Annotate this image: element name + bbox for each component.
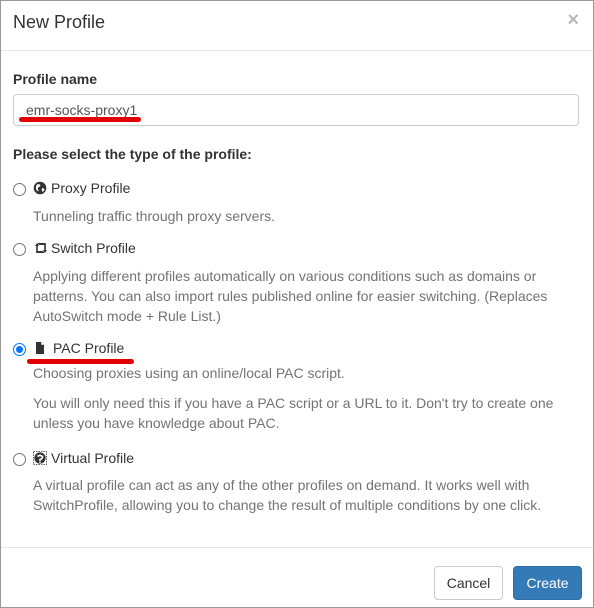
pac-profile-label: PAC Profile — [53, 340, 125, 356]
proxy-profile-radio[interactable] — [13, 183, 26, 196]
pac-profile-help-1: Choosing proxies using an online/local P… — [33, 365, 345, 381]
option-pac-profile[interactable]: PAC Profile Choosing proxies using an on… — [13, 340, 583, 431]
option-virtual-profile[interactable]: Virtual Profile A virtual profile can ac… — [13, 450, 583, 513]
dialog-header: New Profile × — [1, 1, 593, 51]
virtual-profile-radio[interactable] — [13, 453, 26, 466]
dialog-title: New Profile — [13, 12, 106, 32]
retweet-icon — [35, 243, 47, 253]
virtual-profile-help: A virtual profile can act as any of the … — [33, 477, 542, 513]
create-button[interactable]: Create — [513, 566, 582, 600]
switch-profile-radio[interactable] — [13, 243, 26, 256]
proxy-profile-help: Tunneling traffic through proxy servers. — [33, 208, 276, 224]
dialog-footer: Cancel Create — [1, 547, 593, 608]
proxy-profile-label: Proxy Profile — [51, 180, 131, 196]
profile-name-label: Profile name — [13, 71, 98, 87]
annotation-underline-name — [19, 117, 141, 122]
option-switch-profile[interactable]: Switch Profile Applying different profil… — [13, 240, 583, 324]
switch-profile-label: Switch Profile — [51, 240, 136, 256]
virtual-profile-icon — [33, 451, 47, 465]
pac-profile-radio[interactable] — [13, 343, 26, 356]
annotation-underline-pac — [27, 359, 134, 364]
new-profile-dialog: New Profile × Profile name Please select… — [0, 0, 594, 608]
file-icon — [36, 342, 44, 354]
virtual-profile-label: Virtual Profile — [51, 450, 135, 466]
option-proxy-profile[interactable]: Proxy Profile Tunneling traffic through … — [13, 180, 583, 224]
switch-profile-help: Applying different profiles automaticall… — [33, 268, 548, 324]
globe-icon — [33, 181, 47, 195]
close-button[interactable]: × — [567, 10, 579, 30]
cancel-button[interactable]: Cancel — [434, 566, 503, 600]
profile-type-prompt: Please select the type of the profile: — [13, 146, 252, 162]
pac-profile-help-2: You will only need this if you have a PA… — [33, 395, 554, 431]
